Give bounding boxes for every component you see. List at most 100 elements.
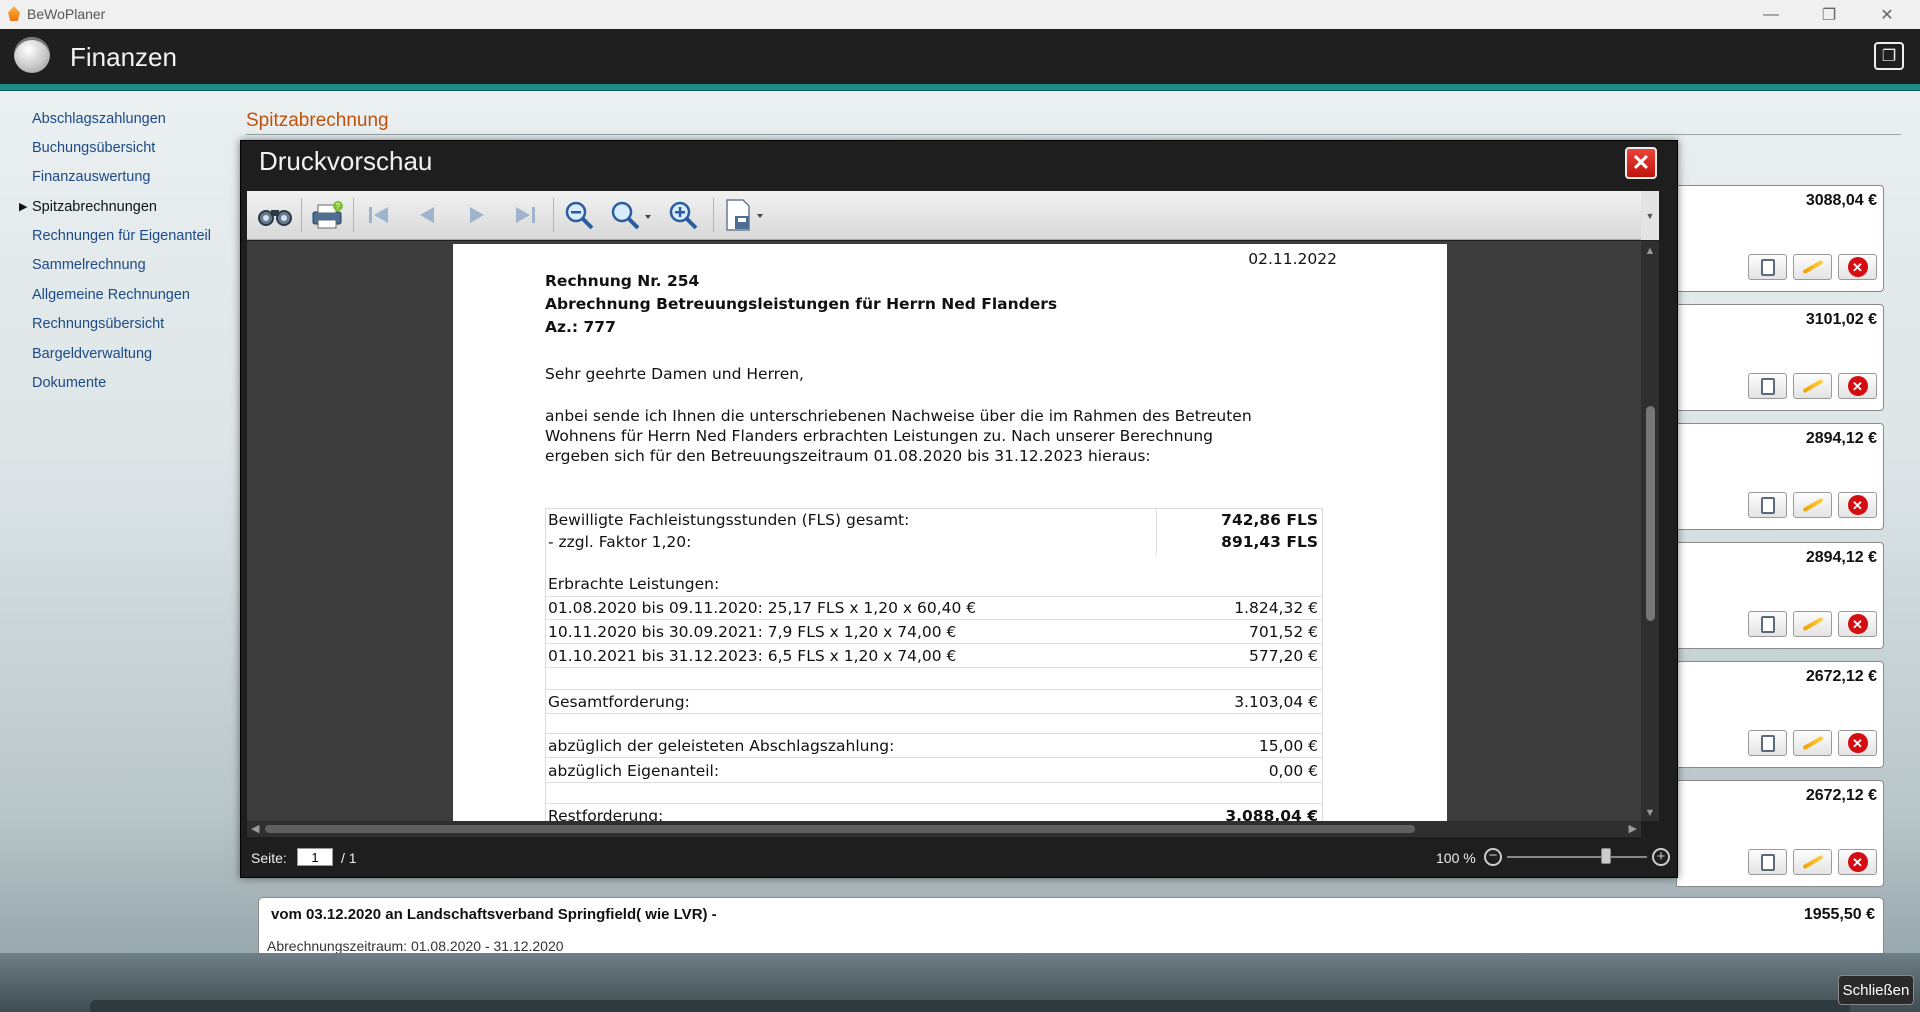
scroll-right-icon[interactable]: ▶: [1629, 822, 1637, 835]
invoice-title: vom 03.12.2020 an Landschaftsverband Spr…: [271, 906, 717, 923]
clipboard-icon: [1760, 496, 1775, 514]
invoice-number: Rechnung Nr. 254: [545, 272, 700, 290]
find-binoculars-icon[interactable]: [255, 198, 295, 232]
edit-button[interactable]: [1793, 849, 1832, 875]
sidebar-item-bargeldverwaltung[interactable]: Bargeldverwaltung: [32, 346, 152, 362]
scroll-up-icon[interactable]: ▲: [1641, 245, 1659, 257]
row-label: abzüglich Eigenanteil:: [548, 762, 720, 780]
edit-button[interactable]: [1793, 611, 1832, 637]
pencil-icon: [1801, 854, 1824, 870]
sidebar-item-dokumente[interactable]: Dokumente: [32, 375, 106, 391]
row-value: 0,00 €: [1268, 762, 1318, 780]
invoice-card: 3088,04 € ✕: [1676, 185, 1884, 292]
section-title: Spitzabrechnung: [246, 110, 389, 131]
clipboard-button[interactable]: [1748, 373, 1787, 399]
footer-strip: [90, 1000, 1850, 1012]
scroll-left-icon[interactable]: ◀: [251, 822, 259, 835]
toolbar-overflow-icon[interactable]: ▼: [1641, 191, 1659, 240]
maximize-button[interactable]: ❐: [1800, 0, 1858, 29]
body-line: Wohnens für Herrn Ned Flanders erbrachte…: [545, 427, 1213, 445]
previous-page-icon[interactable]: [407, 198, 447, 232]
document-page: 02.11.2022 Rechnung Nr. 254 Abrechnung B…: [453, 244, 1447, 821]
zoom-dropdown-icon[interactable]: [607, 198, 655, 232]
invoice-reference: Az.: 777: [545, 318, 616, 336]
edit-button[interactable]: [1793, 373, 1832, 399]
print-icon[interactable]: ?: [307, 198, 347, 232]
sidebar-item-finanzauswertung[interactable]: Finanzauswertung: [32, 169, 151, 185]
delete-button[interactable]: ✕: [1838, 730, 1877, 756]
clipboard-button[interactable]: [1748, 254, 1787, 280]
sidebar-item-rechnungsuebersicht[interactable]: Rechnungsübersicht: [32, 316, 164, 332]
preview-toolbar: ?: [247, 191, 1641, 240]
dialog-title: Druckvorschau: [259, 146, 433, 176]
row-label: Bewilligte Fachleistungsstunden (FLS) ge…: [548, 511, 910, 529]
zoom-slider-thumb[interactable]: [1600, 848, 1611, 864]
table-row: Restforderung: 3.088,04 €: [546, 805, 1322, 821]
close-button[interactable]: Schließen: [1838, 975, 1914, 1005]
active-item-arrow-icon: ▶: [19, 201, 28, 213]
edit-button[interactable]: [1793, 730, 1832, 756]
zoom-in-icon[interactable]: [663, 198, 703, 232]
app-logo-icon: [8, 6, 20, 21]
first-page-icon[interactable]: [359, 198, 399, 232]
sidebar-item-spitzabrechnungen[interactable]: Spitzabrechnungen: [32, 199, 157, 215]
delete-button[interactable]: ✕: [1838, 611, 1877, 637]
sidebar-item-abschlagszahlungen[interactable]: Abschlagszahlungen: [32, 111, 166, 127]
clipboard-button[interactable]: [1748, 492, 1787, 518]
row-value: 577,20 €: [1248, 647, 1318, 665]
row-value: 891,43 FLS: [1221, 533, 1318, 551]
row-label: 01.10.2021 bis 31.12.2023: 6,5 FLS x 1,2…: [548, 647, 957, 665]
sidebar-item-sammelrechnung[interactable]: Sammelrechnung: [32, 257, 146, 273]
delete-button[interactable]: ✕: [1838, 492, 1877, 518]
row-label: 01.08.2020 bis 09.11.2020: 25,17 FLS x 1…: [548, 599, 977, 617]
scroll-down-icon[interactable]: ▼: [1641, 807, 1659, 819]
delete-icon: ✕: [1847, 733, 1868, 753]
dialog-close-button[interactable]: ✕: [1625, 147, 1657, 179]
sidebar-item-allgemeine-rechnungen[interactable]: Allgemeine Rechnungen: [32, 287, 190, 303]
zoom-in-slider-icon[interactable]: +: [1652, 848, 1670, 866]
delete-button[interactable]: ✕: [1838, 254, 1877, 280]
clipboard-icon: [1760, 734, 1775, 752]
clipboard-button[interactable]: [1748, 849, 1787, 875]
edit-button[interactable]: [1793, 492, 1832, 518]
edit-button[interactable]: [1793, 254, 1832, 280]
invoice-amount: 2894,12 €: [1805, 430, 1877, 447]
export-document-icon[interactable]: [719, 198, 771, 232]
page-label: Seite:: [251, 850, 287, 866]
delete-button[interactable]: ✕: [1838, 849, 1877, 875]
pencil-icon: [1801, 735, 1824, 751]
page-number-input[interactable]: [297, 848, 333, 866]
row-value: 1.824,32 €: [1234, 599, 1318, 617]
sidebar-item-buchungsuebersicht[interactable]: Buchungsübersicht: [32, 140, 155, 156]
horizontal-scrollbar[interactable]: ◀ ▶: [247, 821, 1641, 837]
zoom-slider-track[interactable]: [1507, 848, 1647, 864]
sidebar-item-rechnungen-eigenanteil[interactable]: Rechnungen für Eigenanteil: [32, 228, 211, 244]
clipboard-button[interactable]: [1748, 611, 1787, 637]
vertical-scroll-thumb[interactable]: [1646, 406, 1655, 621]
delete-icon: ✕: [1847, 257, 1868, 277]
row-value: 701,52 €: [1248, 623, 1318, 641]
horizontal-scroll-thumb[interactable]: [265, 825, 1415, 833]
row-value: 3.103,04 €: [1234, 693, 1318, 711]
delete-icon: ✕: [1847, 852, 1868, 872]
row-label: - zzgl. Faktor 1,20:: [548, 533, 692, 551]
zoom-out-slider-icon[interactable]: −: [1484, 848, 1502, 866]
preview-statusbar: Seite: / 1 100 % − +: [241, 839, 1677, 877]
invoice-card: 2672,12 € ✕: [1676, 780, 1884, 887]
minimize-button[interactable]: —: [1742, 0, 1800, 29]
clipboard-button[interactable]: [1748, 730, 1787, 756]
zoom-out-icon[interactable]: [559, 198, 599, 232]
window-close-button[interactable]: ✕: [1858, 0, 1916, 29]
delete-button[interactable]: ✕: [1838, 373, 1877, 399]
body-line: ergeben sich für den Betreuungszeitraum …: [545, 447, 1151, 465]
table-row: 10.11.2020 bis 30.09.2021: 7,9 FLS x 1,2…: [546, 621, 1322, 643]
document-viewport[interactable]: 02.11.2022 Rechnung Nr. 254 Abrechnung B…: [247, 241, 1641, 821]
restore-window-icon[interactable]: ❐: [1874, 42, 1904, 70]
pencil-icon: [1801, 497, 1824, 513]
next-page-icon[interactable]: [457, 198, 497, 232]
table-row: 01.10.2021 bis 31.12.2023: 6,5 FLS x 1,2…: [546, 645, 1322, 667]
last-page-icon[interactable]: [505, 198, 545, 232]
row-label: Erbrachte Leistungen:: [548, 575, 720, 593]
vertical-scrollbar[interactable]: ▲ ▼: [1641, 241, 1659, 821]
table-row: - zzgl. Faktor 1,20: 891,43 FLS: [546, 531, 1322, 553]
